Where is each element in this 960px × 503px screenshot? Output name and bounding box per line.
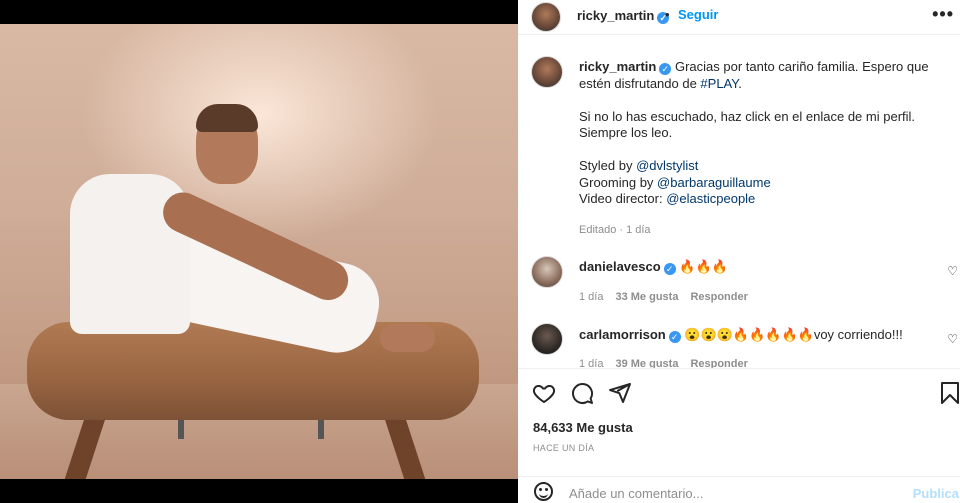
verified-icon: ✓: [663, 263, 676, 275]
comment-likes[interactable]: 33 Me gusta: [615, 291, 678, 303]
caption-avatar[interactable]: [531, 56, 563, 88]
post-header: ricky_martin ✓ • Seguir •••: [518, 0, 960, 34]
commenter-avatar[interactable]: [531, 323, 563, 355]
comment-text: 🔥🔥🔥: [679, 259, 728, 274]
caption-edited: Editado · 1 día: [579, 224, 651, 236]
header-divider: [518, 34, 960, 35]
comment-like-icon[interactable]: ♡: [947, 332, 958, 346]
comment-author[interactable]: carlamorrison: [579, 327, 666, 342]
like-heart-icon[interactable]: [532, 381, 556, 405]
caption-author[interactable]: ricky_martin: [579, 59, 656, 74]
video-label: Video director:: [579, 191, 667, 206]
comment-time: 1 día: [579, 291, 604, 303]
caption-paragraph: Si no lo has escuchado, haz click en el …: [579, 108, 916, 141]
comment-like-icon[interactable]: ♡: [947, 264, 958, 278]
share-send-icon[interactable]: [608, 381, 632, 405]
figure-hair: [196, 104, 258, 132]
comment-item: carlamorrison ✓ 😮😮😮🔥🔥🔥🔥🔥voy corriendo!!!: [579, 327, 949, 343]
save-bookmark-icon[interactable]: [940, 381, 960, 405]
caption-text-end: .: [738, 75, 742, 91]
post-photo[interactable]: [0, 24, 518, 479]
verified-icon: ✓: [659, 63, 672, 75]
figure-foot: [380, 324, 435, 352]
comment-author[interactable]: danielavesco: [579, 259, 661, 274]
publish-button[interactable]: Publicar: [913, 486, 960, 501]
comment-meta: 1 día 33 Me gusta Responder: [579, 291, 760, 303]
comment-input[interactable]: Añade un comentario...: [569, 486, 703, 501]
commenter-avatar[interactable]: [531, 256, 563, 288]
author-avatar[interactable]: [531, 2, 561, 32]
post-panel: ricky_martin ✓ • Seguir ••• ricky_martin ✓…: [518, 0, 960, 503]
comment-item: danielavesco ✓ 🔥🔥🔥: [579, 259, 949, 275]
add-comment-bar: Añade un comentario... Publicar: [518, 477, 960, 503]
post-time: HACE UN DÍA: [533, 443, 595, 453]
separator-dot: •: [665, 7, 670, 22]
mention-link[interactable]: @barbaraguillaume: [657, 175, 771, 190]
comment-text: 😮😮😮🔥🔥🔥🔥🔥voy corriendo!!!: [684, 327, 903, 342]
verified-icon: ✓: [668, 331, 681, 343]
reply-button[interactable]: Responder: [690, 291, 747, 303]
author-username[interactable]: ricky_martin ✓: [577, 8, 670, 24]
comment-bubble-icon[interactable]: [570, 381, 594, 405]
author-name-text[interactable]: ricky_martin: [577, 8, 654, 23]
like-count[interactable]: 84,633 Me gusta: [533, 420, 633, 435]
mention-link[interactable]: @elasticpeople: [666, 191, 755, 206]
follow-button[interactable]: Seguir: [678, 7, 718, 22]
styled-label: Styled by: [579, 158, 637, 173]
action-bar: [518, 368, 960, 468]
more-options-icon[interactable]: •••: [932, 4, 954, 25]
emoji-icon[interactable]: [534, 482, 553, 501]
hashtag-link[interactable]: #PLAY: [700, 76, 738, 91]
actions-divider: [518, 368, 960, 369]
mention-link[interactable]: @dvlstylist: [636, 158, 698, 173]
grooming-label: Grooming by: [579, 174, 658, 190]
post-caption: ricky_martin ✓ Gracias por tanto cariño f…: [579, 59, 929, 208]
